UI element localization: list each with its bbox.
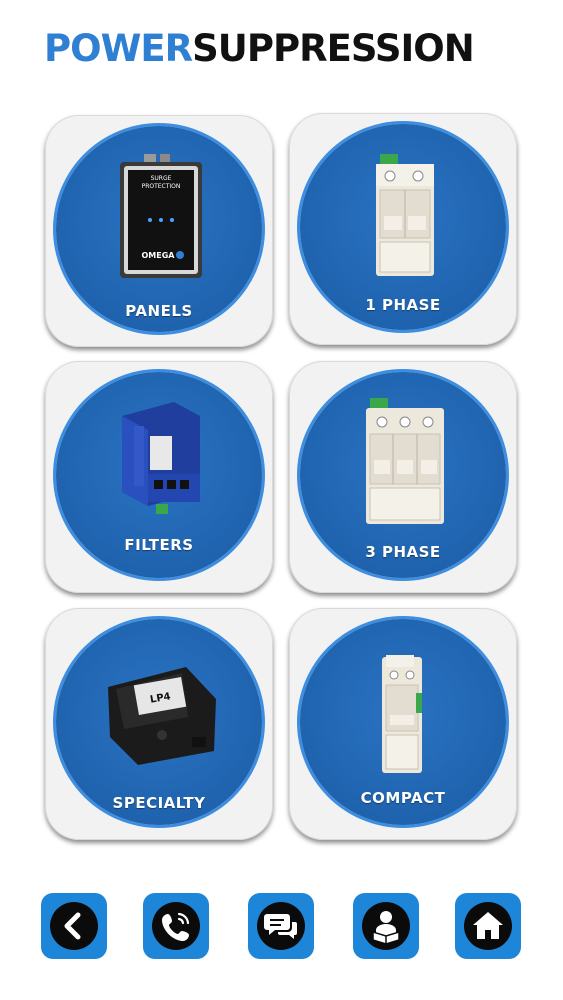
tile-circle: COMPACT [300, 619, 506, 825]
tile-circle: FILTERS [56, 372, 262, 578]
phone-call-icon [162, 912, 190, 941]
panel-text-2: PROTECTION [142, 183, 181, 190]
tile-label-1-phase: 1 PHASE [365, 296, 441, 314]
panel-brand: OMEGA [142, 251, 176, 260]
back-button[interactable] [41, 893, 107, 959]
tile-circle: 3 PHASE [300, 372, 506, 578]
compact-device-image [382, 655, 422, 773]
logo-suppression-text: SUPPRESSION [192, 27, 475, 70]
logo-power-text: POWER [44, 27, 193, 70]
panel-text-1: SURGE [151, 175, 172, 182]
tile-compact[interactable]: COMPACT [289, 608, 517, 840]
tile-1-phase[interactable]: 1 PHASE [289, 113, 517, 345]
tile-label-specialty: SPECIALTY [112, 794, 206, 812]
manual-button[interactable] [353, 893, 419, 959]
app-logo: POWERSUPPRESSION [44, 26, 514, 72]
tile-label-filters: FILTERS [124, 536, 194, 554]
chevron-left-icon [64, 912, 81, 940]
chat-bubbles-icon [264, 914, 297, 939]
reader-manual-icon [372, 911, 400, 945]
single-phase-device-image [376, 154, 434, 276]
tile-label-panels: PANELS [125, 302, 193, 320]
tile-circle: SURGE PROTECTION OMEGA PANELS [56, 126, 262, 332]
surge-panel-image: SURGE PROTECTION OMEGA [120, 154, 202, 278]
tile-circle: 1 PHASE [300, 124, 506, 330]
filter-device-image [122, 402, 200, 514]
call-button[interactable] [143, 893, 209, 959]
home-button[interactable] [455, 893, 521, 959]
three-phase-device-image [366, 398, 444, 524]
tile-specialty[interactable]: LP4 SPECIALTY [45, 608, 273, 840]
tile-panels[interactable]: SURGE PROTECTION OMEGA PANELS [45, 115, 273, 347]
specialty-device-image: LP4 [108, 667, 216, 765]
tile-label-3-phase: 3 PHASE [365, 543, 441, 561]
home-icon [473, 912, 503, 939]
chat-button[interactable] [248, 893, 314, 959]
tile-circle: LP4 SPECIALTY [56, 619, 262, 825]
tile-3-phase[interactable]: 3 PHASE [289, 361, 517, 593]
tile-filters[interactable]: FILTERS [45, 361, 273, 593]
tile-label-compact: COMPACT [360, 789, 446, 807]
